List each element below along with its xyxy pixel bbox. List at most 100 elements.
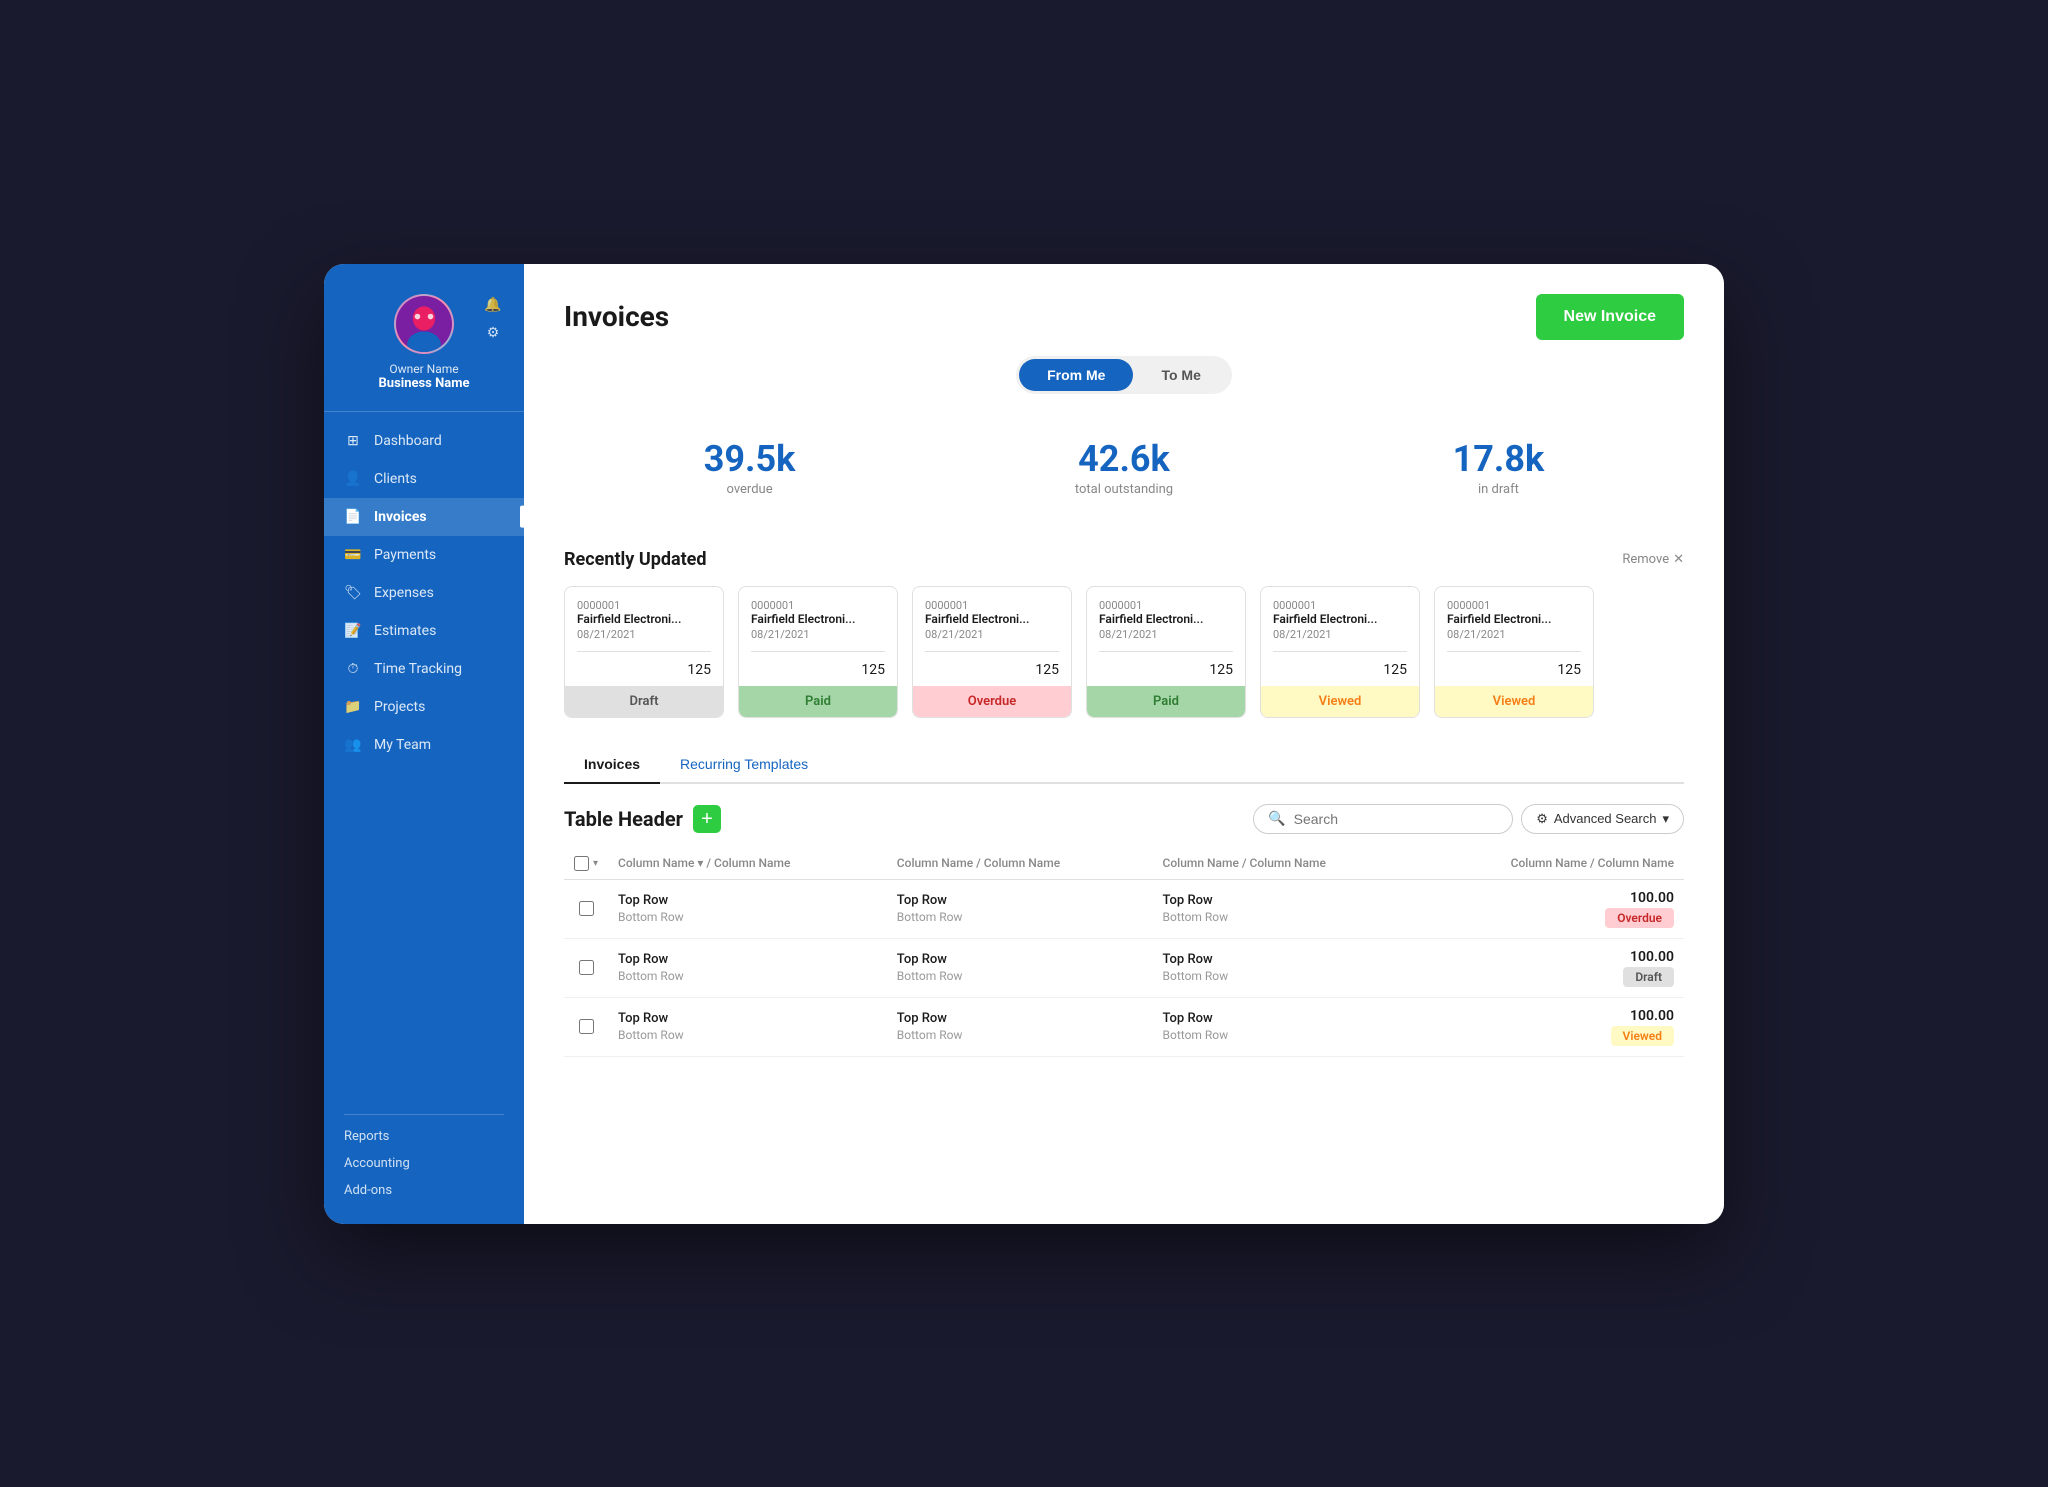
- top-row-text: Top Row: [897, 952, 1143, 967]
- card-date: 08/21/2021: [751, 628, 885, 641]
- search-input[interactable]: [1294, 811, 1499, 827]
- sidebar-item-invoices[interactable]: 📄 Invoices: [324, 498, 524, 536]
- row-checkbox-cell: [564, 938, 608, 997]
- invoice-card-2[interactable]: 0000001 Fairfield Electroni... 08/21/202…: [912, 586, 1072, 718]
- stat-outstanding-value: 42.6k: [1075, 438, 1173, 480]
- select-all-checkbox[interactable]: [574, 856, 589, 871]
- table-row[interactable]: Top Row Bottom Row Top Row Bottom Row To…: [564, 997, 1684, 1056]
- invoice-card-1[interactable]: 0000001 Fairfield Electroni... 08/21/202…: [738, 586, 898, 718]
- card-amount: 125: [751, 662, 885, 686]
- amount-value: 100.00: [1428, 1008, 1674, 1024]
- sidebar-item-accounting[interactable]: Accounting: [344, 1150, 504, 1177]
- sidebar-profile: 🔔 ⚙ Owner Name Business Name: [324, 284, 524, 412]
- my-team-icon: 👥: [344, 736, 362, 754]
- recently-updated-title: Recently Updated: [564, 549, 707, 570]
- card-body: 0000001 Fairfield Electroni... 08/21/202…: [913, 587, 1071, 686]
- invoice-card-5[interactable]: 0000001 Fairfield Electroni... 08/21/202…: [1434, 586, 1594, 718]
- avatar[interactable]: [394, 294, 454, 354]
- sidebar-item-label: Dashboard: [374, 433, 442, 449]
- top-row-text: Top Row: [618, 952, 877, 967]
- row-checkbox-1[interactable]: [579, 960, 594, 975]
- sidebar-item-estimates[interactable]: 📝 Estimates: [324, 612, 524, 650]
- card-status: Viewed: [1261, 686, 1419, 717]
- tab-invoices[interactable]: Invoices: [564, 746, 660, 784]
- sidebar-item-label: Expenses: [374, 585, 434, 601]
- card-client: Fairfield Electroni...: [751, 612, 885, 626]
- cell-col2-0: Top Row Bottom Row: [887, 879, 1153, 938]
- card-number: 0000001: [1099, 599, 1233, 612]
- table-row[interactable]: Top Row Bottom Row Top Row Bottom Row To…: [564, 879, 1684, 938]
- card-client: Fairfield Electroni...: [577, 612, 711, 626]
- tabs-row: Invoices Recurring Templates: [564, 746, 1684, 784]
- card-amount: 125: [1273, 662, 1407, 686]
- card-divider: [1273, 651, 1407, 652]
- settings-icon[interactable]: ⚙: [482, 322, 504, 344]
- sidebar-item-reports[interactable]: Reports: [344, 1123, 504, 1150]
- table-row[interactable]: Top Row Bottom Row Top Row Bottom Row To…: [564, 938, 1684, 997]
- remove-button[interactable]: Remove ✕: [1622, 552, 1684, 567]
- sidebar-item-projects[interactable]: 📁 Projects: [324, 688, 524, 726]
- card-divider: [577, 651, 711, 652]
- search-row: 🔍 ⚙ Advanced Search ▾: [1253, 804, 1684, 834]
- search-input-wrap: 🔍: [1253, 804, 1513, 834]
- row-checkbox-0[interactable]: [579, 901, 594, 916]
- table-header-left: Table Header +: [564, 805, 721, 833]
- top-row-text: Top Row: [1163, 1011, 1409, 1026]
- cell-col1-1: Top Row Bottom Row: [608, 938, 887, 997]
- bottom-row-text: Bottom Row: [897, 910, 1143, 924]
- sidebar-divider: [344, 1114, 504, 1115]
- cell-col3-1: Top Row Bottom Row: [1153, 938, 1419, 997]
- sidebar-item-my-team[interactable]: 👥 My Team: [324, 726, 524, 764]
- card-number: 0000001: [1273, 599, 1407, 612]
- advanced-search-button[interactable]: ⚙ Advanced Search ▾: [1521, 804, 1684, 834]
- notification-icon[interactable]: 🔔: [482, 294, 504, 316]
- stat-outstanding-label: total outstanding: [1075, 482, 1173, 497]
- remove-label: Remove: [1622, 552, 1669, 567]
- sidebar-item-label: Estimates: [374, 623, 436, 639]
- owner-name: Owner Name: [389, 362, 458, 376]
- invoice-card-4[interactable]: 0000001 Fairfield Electroni... 08/21/202…: [1260, 586, 1420, 718]
- stat-overdue-value: 39.5k: [704, 438, 796, 480]
- sidebar-item-add-ons[interactable]: Add-ons: [344, 1177, 504, 1204]
- row-checkbox-2[interactable]: [579, 1019, 594, 1034]
- bottom-row-text: Bottom Row: [1163, 969, 1409, 983]
- clients-icon: 👤: [344, 470, 362, 488]
- tab-recurring-templates[interactable]: Recurring Templates: [660, 746, 828, 784]
- invoice-card-3[interactable]: 0000001 Fairfield Electroni... 08/21/202…: [1086, 586, 1246, 718]
- top-row-text: Top Row: [618, 893, 877, 908]
- th-col4: Column Name / Column Name: [1418, 848, 1684, 880]
- card-divider: [1099, 651, 1233, 652]
- business-name: Business Name: [379, 376, 470, 391]
- sidebar-item-time-tracking[interactable]: ⏱ Time Tracking: [324, 650, 524, 688]
- card-body: 0000001 Fairfield Electroni... 08/21/202…: [1435, 587, 1593, 686]
- sidebar-item-expenses[interactable]: 🏷 Expenses: [324, 574, 524, 612]
- page-header: Invoices New Invoice: [564, 294, 1684, 340]
- card-date: 08/21/2021: [1273, 628, 1407, 641]
- card-date: 08/21/2021: [577, 628, 711, 641]
- new-invoice-button[interactable]: New Invoice: [1536, 294, 1684, 340]
- from-me-toggle[interactable]: From Me: [1019, 359, 1133, 391]
- sidebar-item-payments[interactable]: 💳 Payments: [324, 536, 524, 574]
- table-body: Top Row Bottom Row Top Row Bottom Row To…: [564, 879, 1684, 1056]
- table-header-title: Table Header: [564, 807, 683, 831]
- invoice-card-0[interactable]: 0000001 Fairfield Electroni... 08/21/202…: [564, 586, 724, 718]
- sidebar-item-label: Time Tracking: [374, 661, 462, 677]
- sidebar-item-dashboard[interactable]: ⊞ Dashboard: [324, 422, 524, 460]
- sidebar-secondary-nav: Reports Accounting Add-ons: [324, 1123, 524, 1204]
- stat-in-draft: 17.8k in draft: [1453, 438, 1545, 497]
- page-title: Invoices: [564, 300, 669, 333]
- card-body: 0000001 Fairfield Electroni... 08/21/202…: [739, 587, 897, 686]
- card-date: 08/21/2021: [1099, 628, 1233, 641]
- card-status: Overdue: [913, 686, 1071, 717]
- bottom-row-text: Bottom Row: [1163, 910, 1409, 924]
- card-number: 0000001: [925, 599, 1059, 612]
- card-divider: [925, 651, 1059, 652]
- card-divider: [751, 651, 885, 652]
- add-row-button[interactable]: +: [693, 805, 721, 833]
- sidebar-item-label: Clients: [374, 471, 417, 487]
- recently-updated-header: Recently Updated Remove ✕: [564, 549, 1684, 570]
- to-me-toggle[interactable]: To Me: [1133, 359, 1228, 391]
- bottom-row-text: Bottom Row: [1163, 1028, 1409, 1042]
- card-number: 0000001: [1447, 599, 1581, 612]
- sidebar-item-clients[interactable]: 👤 Clients: [324, 460, 524, 498]
